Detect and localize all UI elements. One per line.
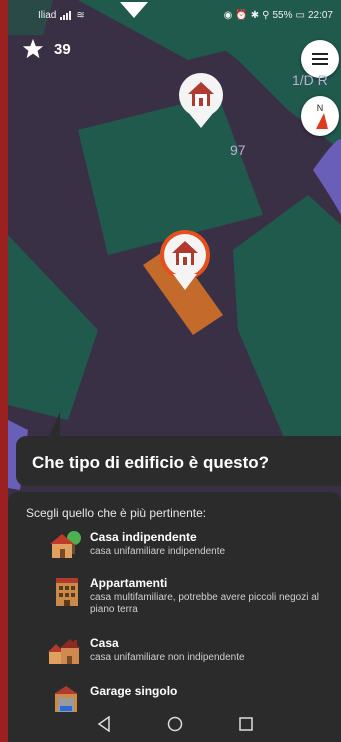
option-title: Appartamenti (90, 576, 168, 590)
houses-icon (48, 639, 80, 664)
home-icon[interactable] (165, 714, 185, 734)
battery-percent: 55% (272, 9, 293, 21)
option-title: Casa (90, 636, 119, 650)
apartments-icon (56, 578, 78, 606)
star-count: 39 (54, 40, 71, 58)
option-detached-house[interactable]: Casa indipendente casa unifamiliare indi… (48, 530, 338, 560)
star-counter[interactable]: 39 (22, 38, 71, 60)
eye-icon: ◉ (223, 9, 233, 21)
option-apartments[interactable]: Appartamenti casa multifamiliare, potreb… (48, 576, 338, 616)
battery-icon: ▭ (295, 9, 305, 21)
location-icon: ⚲ (262, 9, 270, 21)
bluetooth-icon: ✱ (250, 9, 260, 21)
back-icon[interactable] (94, 714, 114, 734)
option-title: Garage singolo (90, 684, 178, 698)
address-label: 1/D R (292, 72, 328, 88)
hamburger-icon (312, 53, 328, 65)
question-bubble: Che tipo di edificio è questo? (16, 436, 341, 486)
wifi-icon: ≋ (76, 9, 85, 21)
question-text: Che tipo di edificio è questo? (32, 453, 270, 472)
compass-letter: N (317, 103, 324, 113)
signal-icon (60, 10, 72, 20)
star-icon (22, 38, 44, 59)
compass-button[interactable]: N (301, 96, 339, 136)
option-subtitle: casa unifamiliare indipendente (90, 546, 226, 557)
answer-sheet: Scegli quello che è più pertinente: Casa… (8, 492, 341, 742)
system-nav-bar (8, 706, 341, 742)
option-house[interactable]: Casa casa unifamiliare non indipendente (48, 636, 338, 666)
option-subtitle: casa unifamiliare non indipendente (90, 652, 245, 663)
alarm-icon: ⏰ (235, 9, 248, 21)
housenumber-label: 97 (230, 142, 246, 158)
compass-icon: N (316, 103, 328, 129)
carrier-label: Iliad (38, 9, 57, 21)
clock: 22:07 (307, 9, 333, 21)
quest-pin[interactable] (178, 72, 224, 130)
selected-quest-pin[interactable] (158, 228, 212, 292)
option-title: Casa indipendente (90, 530, 197, 544)
screen-frame: Iliad ≋ ◉ ⏰ ✱ ⚲ 55% ▭ 22:07 39 N 1/D R 9… (0, 0, 341, 742)
status-bar: Iliad ≋ ◉ ⏰ ✱ ⚲ 55% ▭ 22:07 (8, 0, 341, 30)
detached-house-icon (50, 531, 81, 558)
recents-icon[interactable] (236, 714, 256, 734)
option-subtitle: casa multifamiliare, potrebbe avere picc… (90, 592, 320, 615)
instruction-text: Scegli quello che è più pertinente: (26, 506, 207, 520)
app-screen: Iliad ≋ ◉ ⏰ ✱ ⚲ 55% ▭ 22:07 39 N 1/D R 9… (8, 0, 341, 742)
bubble-tail (48, 412, 60, 438)
